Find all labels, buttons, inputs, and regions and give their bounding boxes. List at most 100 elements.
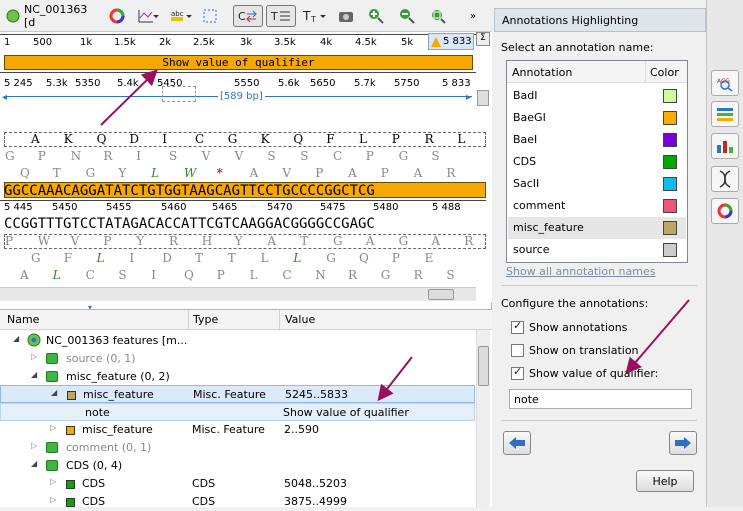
overview-toggle-button[interactable]: Σ <box>476 32 490 46</box>
annotation-row[interactable]: SacII <box>508 173 686 195</box>
dna-helix-icon <box>719 170 731 188</box>
qualifier-value: Show value of qualifier <box>283 406 409 419</box>
text-format-icon[interactable]: TT <box>301 5 327 27</box>
horizontal-scrollbar[interactable] <box>0 287 476 301</box>
color-swatch[interactable] <box>663 111 677 125</box>
annotations-highlighting-tab[interactable] <box>711 101 739 127</box>
annotations-tree[interactable]: Name Type Value ◢ NC_001363 features [m.… <box>0 309 492 508</box>
annotation-row[interactable]: BadI <box>508 85 686 107</box>
graphs-icon[interactable] <box>136 5 162 27</box>
previous-annotation-button[interactable] <box>503 431 531 455</box>
tree-row-value: 2..590 <box>284 423 319 436</box>
show-qualifier-value-checkbox[interactable]: ✓ <box>511 365 524 380</box>
annotation-list[interactable]: Annotation Color BadI BaeGI BaeI CDS Sac… <box>506 60 688 263</box>
statistics-tab[interactable] <box>711 133 739 159</box>
show-annotations-checkbox[interactable]: ✓ <box>511 319 524 334</box>
ruler-tick-label: 5465 <box>212 202 238 213</box>
annotation-row[interactable]: BaeGI <box>508 107 686 129</box>
expand-arrow-icon[interactable]: ◢ <box>13 334 19 343</box>
amino-acid: Y <box>234 234 243 248</box>
amino-acid: R <box>348 268 358 282</box>
capture-image-icon[interactable] <box>337 5 355 27</box>
show-all-annotations-link[interactable]: Show all annotation names <box>506 265 656 278</box>
tree-row-group[interactable]: ▷ source (0, 1) <box>0 350 475 368</box>
tree-row-feature[interactable]: ▷ misc_feature Misc. Feature 2..590 <box>0 421 475 439</box>
column-header-type[interactable]: Type <box>193 313 218 326</box>
svg-text:C: C <box>238 10 246 23</box>
annotation-row-selected[interactable]: misc_feature <box>508 217 686 239</box>
sequence-info-tab[interactable]: ACG <box>711 70 739 96</box>
column-header-value[interactable]: Value <box>285 313 315 326</box>
annotation-row[interactable]: CDS <box>508 151 686 173</box>
circular-view-tab[interactable] <box>711 198 739 224</box>
toggle-complement-button[interactable]: C <box>233 5 263 27</box>
tree-row-feature[interactable]: ▷ CDS CDS 5048..5203 <box>0 475 475 493</box>
amino-acid: D <box>129 132 140 146</box>
amino-acid: G <box>380 268 391 282</box>
tree-row-root[interactable]: ◢ NC_001363 features [m... <box>0 332 475 350</box>
color-swatch[interactable] <box>663 221 677 235</box>
ruler-tick-label: 500 <box>33 37 53 48</box>
annotation-row[interactable]: source <box>508 239 686 261</box>
highlight-icon[interactable]: abc <box>168 5 194 27</box>
amino-acid: I <box>151 268 156 282</box>
tree-row-selected-feature[interactable]: ◢ misc_feature Misc. Feature 5245..5833 <box>0 385 475 403</box>
zoom-in-icon[interactable] <box>367 5 385 27</box>
amino-acid: P <box>37 149 46 163</box>
amino-acid: L <box>52 268 61 282</box>
amino-acid: S <box>169 149 178 163</box>
splitter-handle[interactable]: ▾ <box>88 303 98 312</box>
annotation-row[interactable]: comment <box>508 195 686 217</box>
expand-arrow-icon[interactable]: ◢ <box>31 459 37 468</box>
collapsed-arrow-icon[interactable]: ▷ <box>50 423 56 432</box>
expand-arrow-icon[interactable]: ◢ <box>51 388 57 397</box>
tree-vertical-scrollbar[interactable] <box>476 330 490 508</box>
expand-arrow-icon[interactable]: ◢ <box>31 370 37 379</box>
tree-row-group[interactable]: ▷ comment (0, 1) <box>0 439 475 457</box>
amino-acid: R <box>169 234 179 248</box>
show-on-translation-checkbox[interactable] <box>511 344 524 357</box>
color-swatch[interactable] <box>663 177 677 191</box>
collapsed-arrow-icon[interactable]: ▷ <box>50 477 56 486</box>
vertical-scrollbar-thumb[interactable] <box>477 90 489 106</box>
column-header-annotation[interactable]: Annotation <box>512 66 572 79</box>
collapsed-arrow-icon[interactable]: ▷ <box>50 495 56 504</box>
zoom-out-icon[interactable] <box>398 5 416 27</box>
collapsed-arrow-icon[interactable]: ▷ <box>31 441 37 450</box>
annotation-row[interactable]: BaeI <box>508 129 686 151</box>
color-swatch[interactable] <box>663 155 677 169</box>
dna-tools-tab[interactable] <box>711 166 739 192</box>
more-options-icon[interactable]: » <box>460 5 486 27</box>
folder-icon <box>46 353 58 367</box>
zoom-to-selection-icon[interactable] <box>429 5 447 27</box>
tree-row-qualifier[interactable]: note Show value of qualifier <box>0 403 475 421</box>
ruler-tick-label: 5455 <box>106 202 132 213</box>
tree-row-value: 5245..5833 <box>285 388 348 401</box>
color-swatch[interactable] <box>663 133 677 147</box>
help-button[interactable]: Help <box>636 470 694 492</box>
next-annotation-button[interactable] <box>669 431 697 455</box>
tree-row-group[interactable]: ◢ misc_feature (0, 2) <box>0 368 475 386</box>
column-header-name[interactable]: Name <box>7 313 39 326</box>
bar-chart-icon <box>717 141 733 153</box>
color-swatch[interactable] <box>663 199 677 213</box>
qualifier-name-input[interactable]: note <box>509 389 692 409</box>
sequence-detail-view[interactable]: 1 500 1k 1.5k 2k 2.5k 3k 3.5k 4k 4.5k 5k… <box>0 32 492 302</box>
collapsed-arrow-icon[interactable]: ▷ <box>31 352 37 361</box>
column-header-color[interactable]: Color <box>650 66 679 79</box>
color-wheel-icon[interactable] <box>106 5 128 27</box>
misc-feature-annotation-bar[interactable]: Show value of qualifier <box>4 55 473 70</box>
amino-acid: P <box>391 132 400 146</box>
tree-row-group[interactable]: ◢ CDS (0, 4) <box>0 457 475 475</box>
toggle-translation-button[interactable]: T <box>266 5 296 27</box>
reverse-translation-frame-3: ALCSIQPLCNRGRS <box>4 268 486 283</box>
folder-icon <box>46 460 58 474</box>
amino-acid: L <box>457 132 466 146</box>
color-swatch[interactable] <box>663 243 677 257</box>
amino-acid: L <box>249 268 258 282</box>
amino-acid: G <box>227 132 238 146</box>
select-region-icon[interactable] <box>202 5 218 27</box>
folder-icon <box>46 442 58 456</box>
tree-row-feature[interactable]: ▷ CDS CDS 3875..4999 <box>0 493 475 511</box>
color-swatch[interactable] <box>663 89 677 103</box>
